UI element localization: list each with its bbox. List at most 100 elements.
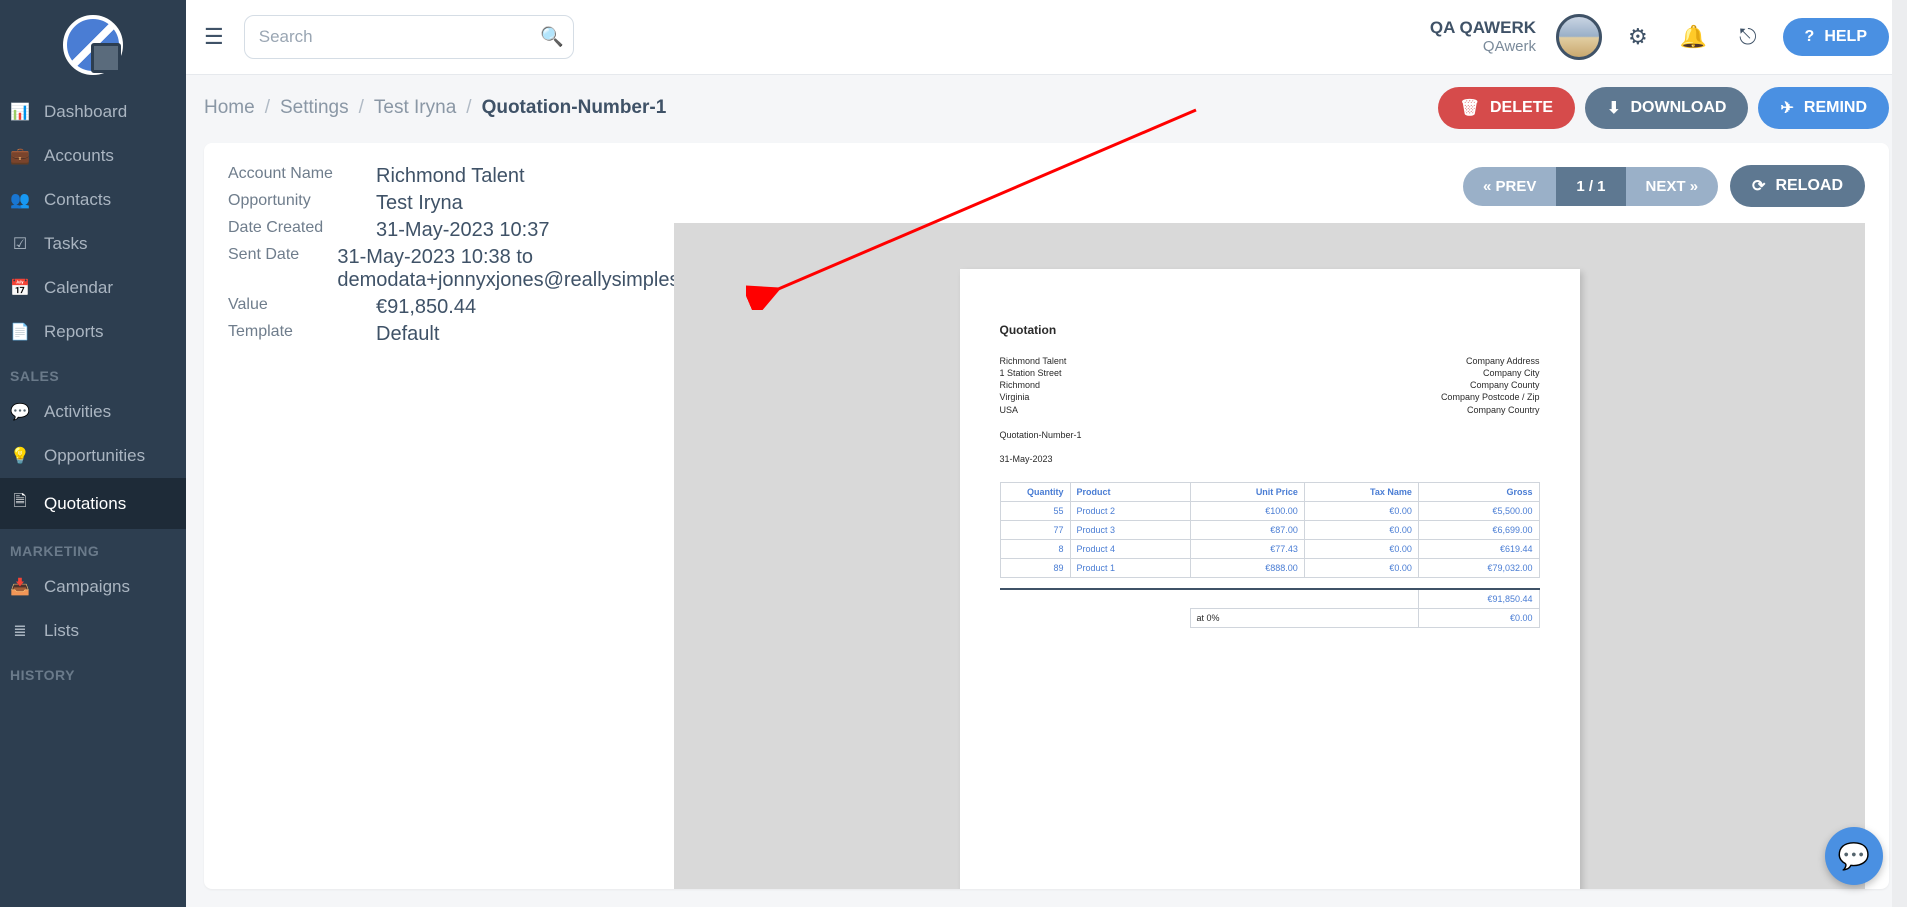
line-row: 8Product 4€77.43€0.00€619.44 (1000, 539, 1539, 558)
label-sent-date: Sent Date (228, 246, 337, 292)
line-row: 89Product 1€888.00€0.00€79,032.00 (1000, 558, 1539, 577)
nav-label: Quotations (44, 494, 126, 514)
nav-tasks[interactable]: ☑ Tasks (0, 222, 186, 266)
user-block[interactable]: QA QAWERK QAwerk (1430, 17, 1536, 57)
value-template: Default (376, 323, 439, 346)
download-button[interactable]: ⬇DOWNLOAD (1585, 87, 1748, 129)
chat-icon: 💬 (10, 402, 30, 422)
crumb-parent[interactable]: Test Iryna (374, 97, 456, 119)
check-icon: ☑ (10, 234, 30, 254)
section-sales: SALES (0, 354, 186, 390)
trash-icon: 🗑 (1460, 98, 1480, 118)
client-address: Richmond Talent 1 Station Street Richmon… (1000, 355, 1067, 416)
crumb-current: Quotation-Number-1 (482, 97, 667, 119)
nav-calendar[interactable]: 📅 Calendar (0, 266, 186, 310)
gear-icon[interactable]: ⚙ (1622, 24, 1654, 50)
page-head: Home/ Settings/ Test Iryna/ Quotation-Nu… (186, 75, 1907, 135)
question-icon: ? (1805, 28, 1815, 46)
crumb-home[interactable]: Home (204, 97, 255, 119)
user-name: QA QAWERK (1430, 17, 1536, 38)
search-icon[interactable]: 🔍 (540, 25, 564, 49)
nav-quotations[interactable]: 🗎 Quotations (0, 478, 186, 529)
label-account: Account Name (228, 165, 376, 188)
section-history: HISTORY (0, 653, 186, 689)
help-button[interactable]: ?HELP (1783, 18, 1889, 56)
sheet-title: Quotation (1000, 323, 1540, 337)
reload-button[interactable]: ⟳RELOAD (1730, 165, 1865, 207)
label-date-created: Date Created (228, 219, 376, 242)
main-area: ☰ 🔍 QA QAWERK QAwerk ⚙ 🔔 ⎋ ?HELP Home/ S… (186, 0, 1907, 907)
browser-scrollbar[interactable] (1892, 0, 1907, 907)
value-value: €91,850.44 (376, 296, 476, 319)
nav-label: Contacts (44, 190, 111, 210)
label-template: Template (228, 323, 376, 346)
doc-icon: 🗎 (10, 490, 30, 517)
topbar: ☰ 🔍 QA QAWERK QAwerk ⚙ 🔔 ⎋ ?HELP (186, 0, 1907, 75)
nav-label: Lists (44, 621, 79, 641)
nav-dashboard[interactable]: 📊 Dashboard (0, 90, 186, 134)
pager-next[interactable]: NEXT » (1626, 167, 1719, 206)
sheet: Quotation Richmond Talent 1 Station Stre… (960, 269, 1580, 889)
nav-label: Calendar (44, 278, 113, 298)
list-icon: ≣ (10, 621, 30, 641)
sheet-total: €91,850.44 (1418, 589, 1539, 609)
people-icon: 👥 (10, 190, 30, 210)
bell-icon[interactable]: 🔔 (1674, 24, 1713, 50)
nav-contacts[interactable]: 👥 Contacts (0, 178, 186, 222)
crumb-settings[interactable]: Settings (280, 97, 349, 119)
nav-campaigns[interactable]: 📥 Campaigns (0, 565, 186, 609)
nav-opportunities[interactable]: 💡 Opportunities (0, 434, 186, 478)
sheet-date: 31-May-2023 (1000, 454, 1540, 464)
nav-activities[interactable]: 💬 Activities (0, 390, 186, 434)
nav-lists[interactable]: ≣ Lists (0, 609, 186, 653)
line-row: 55Product 2€100.00€0.00€5,500.00 (1000, 501, 1539, 520)
briefcase-icon: 💼 (10, 146, 30, 166)
breadcrumb: Home/ Settings/ Test Iryna/ Quotation-Nu… (204, 97, 666, 119)
user-org: QAwerk (1430, 38, 1536, 57)
quotation-card: Account NameRichmond Talent OpportunityT… (204, 143, 1889, 889)
logo[interactable] (0, 0, 186, 90)
chat-bubble-icon: 💬 (1838, 841, 1870, 872)
reload-icon: ⟳ (1752, 176, 1765, 196)
dashboard-icon: 📊 (10, 102, 30, 122)
search-input[interactable] (244, 15, 574, 59)
chat-fab[interactable]: 💬 (1825, 827, 1883, 885)
avatar[interactable] (1556, 14, 1602, 60)
line-row: 77Product 3€87.00€0.00€6,699.00 (1000, 520, 1539, 539)
nav-label: Opportunities (44, 446, 145, 466)
nav-label: Reports (44, 322, 104, 342)
company-address: Company Address Company City Company Cou… (1441, 355, 1540, 416)
pdf-preview[interactable]: Quotation Richmond Talent 1 Station Stre… (674, 223, 1865, 889)
section-marketing: MARKETING (0, 529, 186, 565)
nav-label: Activities (44, 402, 111, 422)
file-icon: 📄 (10, 322, 30, 342)
value-date-created: 31-May-2023 10:37 (376, 219, 549, 242)
nav-label: Tasks (44, 234, 87, 254)
download-icon: ⬇ (1607, 98, 1620, 118)
remind-button[interactable]: ✈REMIND (1758, 87, 1889, 129)
search-wrap: 🔍 (244, 15, 574, 59)
nav-reports[interactable]: 📄 Reports (0, 310, 186, 354)
pager-prev[interactable]: « PREV (1463, 167, 1556, 206)
sheet-ref: Quotation-Number-1 (1000, 430, 1540, 440)
send-icon: ✈ (1780, 98, 1793, 118)
label-opportunity: Opportunity (228, 192, 376, 215)
value-account: Richmond Talent (376, 165, 525, 188)
inbox-icon: 📥 (10, 577, 30, 597)
action-buttons: 🗑DELETE ⬇DOWNLOAD ✈REMIND (1438, 87, 1889, 129)
value-opportunity: Test Iryna (376, 192, 463, 215)
nav-label: Accounts (44, 146, 114, 166)
nav-label: Dashboard (44, 102, 127, 122)
label-value: Value (228, 296, 376, 319)
nav-accounts[interactable]: 💼 Accounts (0, 134, 186, 178)
logout-icon[interactable]: ⎋ (1733, 24, 1762, 50)
calendar-icon: 📅 (10, 278, 30, 298)
sidebar: 📊 Dashboard 💼 Accounts 👥 Contacts ☑ Tasks 📅 C… (0, 0, 186, 907)
delete-button[interactable]: 🗑DELETE (1438, 87, 1575, 129)
nav-label: Campaigns (44, 577, 130, 597)
pager: « PREV 1 / 1 NEXT » (1463, 167, 1718, 206)
line-table: Quantity Product Unit Price Tax Name Gro… (1000, 482, 1540, 629)
menu-toggle-icon[interactable]: ☰ (204, 24, 224, 50)
pager-indicator: 1 / 1 (1556, 167, 1625, 206)
bulb-icon: 💡 (10, 446, 30, 466)
